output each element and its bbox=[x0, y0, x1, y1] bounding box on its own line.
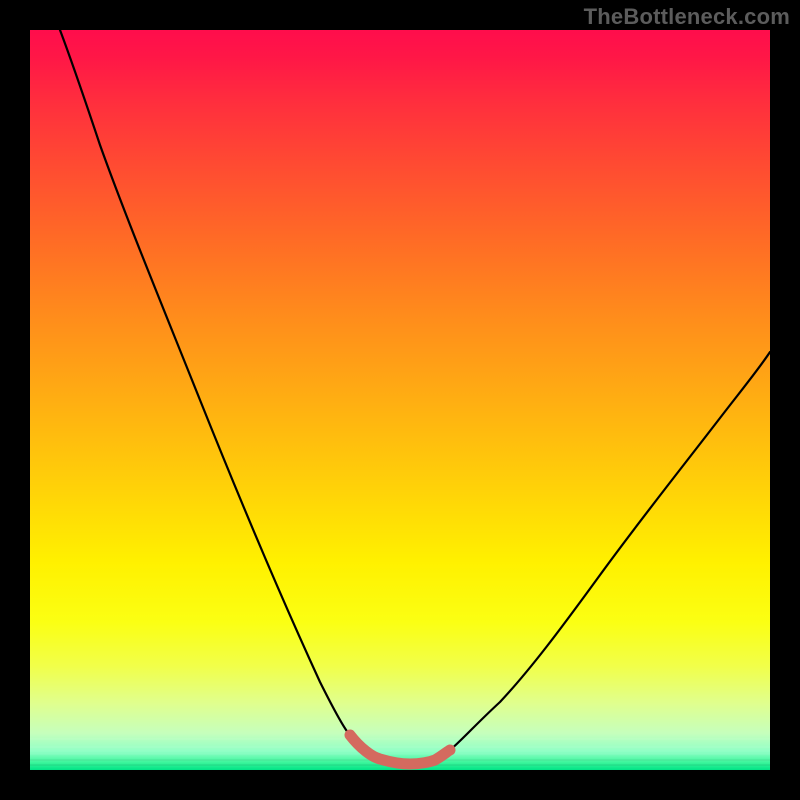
bottleneck-curve-path bbox=[60, 30, 770, 764]
plot-area bbox=[30, 30, 770, 770]
watermark-text: TheBottleneck.com bbox=[584, 4, 790, 30]
curve-svg bbox=[30, 30, 770, 770]
chart-frame: TheBottleneck.com bbox=[0, 0, 800, 800]
valley-marker-path bbox=[350, 735, 450, 764]
